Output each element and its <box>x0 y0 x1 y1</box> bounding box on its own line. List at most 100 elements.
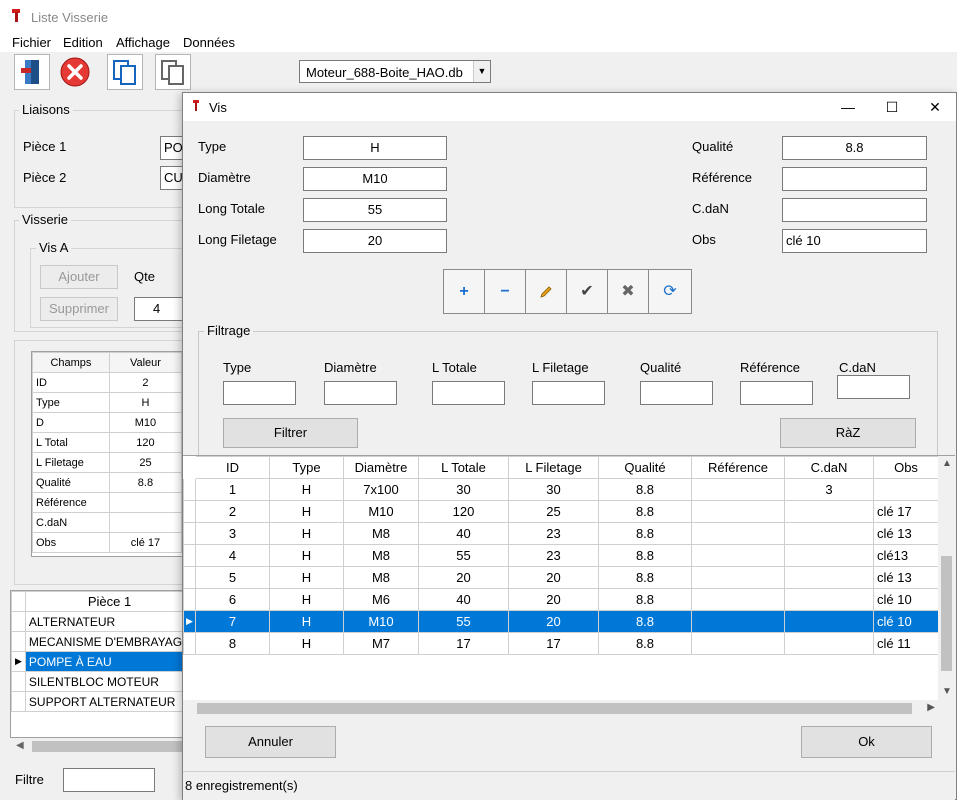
piece-list-item[interactable]: ▶ POMPE À EAU <box>11 651 195 672</box>
scroll-right-icon[interactable]: ▶ <box>927 702 935 713</box>
table-row[interactable]: 4 H M8 55 23 8.8 clé13 <box>183 544 939 567</box>
filter-lfiletage-input[interactable] <box>532 381 605 405</box>
table-row[interactable]: ▶ 7 H M10 55 20 8.8 clé 10 <box>183 610 939 633</box>
cancel-record-button[interactable]: ✖ <box>607 269 649 314</box>
col-type[interactable]: Type <box>269 456 344 479</box>
table-cell <box>784 544 874 567</box>
supprimer-button[interactable]: Supprimer <box>40 297 118 321</box>
refresh-button[interactable]: ⟳ <box>648 269 692 314</box>
table-cell: 3 <box>784 478 874 501</box>
champs-row[interactable]: Type H <box>32 392 183 413</box>
close-icon[interactable]: ✕ <box>913 93 957 121</box>
col-qualite[interactable]: Qualité <box>598 456 692 479</box>
table-row[interactable]: 6 H M6 40 20 8.8 clé 10 <box>183 588 939 611</box>
copy-blue-button[interactable] <box>107 54 143 90</box>
piece-list-hscroll[interactable]: ◀ <box>10 738 186 755</box>
col-lfiletage[interactable]: L Filetage <box>508 456 599 479</box>
close-red-button[interactable] <box>57 54 93 90</box>
champs-row[interactable]: Obs clé 17 <box>32 532 183 553</box>
champs-row[interactable]: L Filetage 25 <box>32 452 183 473</box>
reference-field[interactable] <box>782 167 927 191</box>
table-row[interactable]: 8 H M7 17 17 8.8 clé 11 <box>183 632 939 655</box>
valeur-cell <box>108 512 183 533</box>
piece-list-item[interactable]: ALTERNATEUR <box>11 611 195 632</box>
col-diametre[interactable]: Diamètre <box>343 456 419 479</box>
add-record-button[interactable]: + <box>443 269 485 314</box>
valeur-cell: M10 <box>108 412 183 433</box>
diametre-field[interactable]: M10 <box>303 167 447 191</box>
table-row[interactable]: 5 H M8 20 20 8.8 clé 13 <box>183 566 939 589</box>
ajouter-button[interactable]: Ajouter <box>40 265 118 289</box>
grid-hscroll[interactable]: ▶ <box>183 700 955 717</box>
filter-ltotale-input[interactable] <box>432 381 505 405</box>
champs-row[interactable]: Référence <box>32 492 183 513</box>
raz-button[interactable]: RàZ <box>780 418 916 448</box>
piece-list-item[interactable]: SILENTBLOC MOTEUR <box>11 671 195 692</box>
maximize-icon[interactable]: ☐ <box>870 93 914 121</box>
filter-reference-input[interactable] <box>740 381 813 405</box>
table-row[interactable]: 1 H 7x100 30 30 8.8 3 <box>183 478 939 501</box>
col-ltotale[interactable]: L Totale <box>418 456 509 479</box>
col-reference[interactable]: Référence <box>691 456 785 479</box>
champs-row[interactable]: C.daN <box>32 512 183 533</box>
champs-row[interactable]: L Total 120 <box>32 432 183 453</box>
scroll-up-icon[interactable]: ▲ <box>942 458 952 469</box>
filter-diametre-input[interactable] <box>324 381 397 405</box>
champs-cell: C.daN <box>32 512 110 533</box>
table-cell: 17 <box>418 632 509 655</box>
qualite-field[interactable]: 8.8 <box>782 136 927 160</box>
grid-vscroll[interactable]: ▲ ▼ <box>938 456 955 701</box>
scroll-down-icon[interactable]: ▼ <box>942 686 952 697</box>
piece-list-item[interactable]: SUPPORT ALTERNATEUR <box>11 691 195 712</box>
menu-affichage[interactable]: Affichage <box>116 35 170 50</box>
obs-field[interactable]: clé 10 <box>782 229 927 253</box>
valeur-cell <box>108 492 183 513</box>
copy-grey-icon <box>161 60 184 85</box>
filter-qualite-input[interactable] <box>640 381 713 405</box>
filtrer-button[interactable]: Filtrer <box>223 418 358 448</box>
filter-ltotale-label: L Totale <box>432 360 477 375</box>
menu-fichier[interactable]: Fichier <box>12 35 51 50</box>
table-row[interactable]: 3 H M8 40 23 8.8 clé 13 <box>183 522 939 545</box>
champs-row[interactable]: ID 2 <box>32 372 183 393</box>
champs-row[interactable]: D M10 <box>32 412 183 433</box>
piece-list-item[interactable]: MECANISME D'EMBRAYAGE <box>11 631 195 652</box>
table-cell <box>873 478 939 501</box>
col-id[interactable]: ID <box>195 456 270 479</box>
table-cell <box>691 522 785 545</box>
table-cell <box>691 544 785 567</box>
champs-table-grid: Champs Valeur ID 2 Type H D M10 L Total 120 L Fi… <box>32 352 183 553</box>
copy-grey-button[interactable] <box>155 54 191 90</box>
long-totale-field[interactable]: 55 <box>303 198 447 222</box>
diametre-label: Diamètre <box>198 170 251 185</box>
exit-door-button[interactable] <box>14 54 50 90</box>
ok-button[interactable]: Ok <box>801 726 932 758</box>
menu-edition[interactable]: Edition <box>63 35 103 50</box>
col-cdan[interactable]: C.daN <box>784 456 874 479</box>
table-cell: clé 17 <box>873 500 939 523</box>
confirm-record-button[interactable]: ✔ <box>566 269 608 314</box>
filter-cdan-input[interactable] <box>837 375 910 399</box>
filtre-input[interactable] <box>63 768 155 792</box>
table-cell: 6 <box>195 588 270 611</box>
annuler-button[interactable]: Annuler <box>205 726 336 758</box>
cdan-field[interactable] <box>782 198 927 222</box>
type-field[interactable]: H <box>303 136 447 160</box>
filter-diametre-label: Diamètre <box>324 360 377 375</box>
edit-record-button[interactable] <box>525 269 567 314</box>
refresh-icon: ⟳ <box>663 283 677 300</box>
long-filetage-field[interactable]: 20 <box>303 229 447 253</box>
minimize-icon[interactable]: — <box>826 93 870 121</box>
db-file-select[interactable]: Moteur_688-Boite_HAO.db ▼ <box>299 60 491 83</box>
champs-row[interactable]: Qualité 8.8 <box>32 472 183 493</box>
chevron-down-icon[interactable]: ▼ <box>473 61 490 82</box>
table-cell <box>784 500 874 523</box>
filter-type-input[interactable] <box>223 381 296 405</box>
qte-field[interactable]: 4 <box>134 297 184 321</box>
menu-donnees[interactable]: Données <box>183 35 235 50</box>
table-cell: 1 <box>195 478 270 501</box>
delete-record-button[interactable]: − <box>484 269 526 314</box>
table-cell <box>691 500 785 523</box>
col-obs[interactable]: Obs <box>873 456 939 479</box>
table-row[interactable]: 2 H M10 120 25 8.8 clé 17 <box>183 500 939 523</box>
